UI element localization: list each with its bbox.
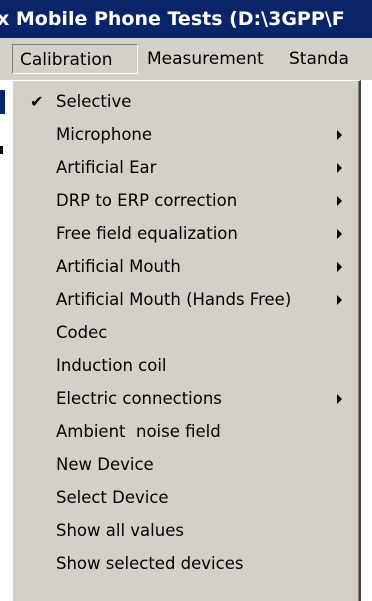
calibration-dropdown-menu: ✔ Selective Microphone Artificial Ear DR… bbox=[12, 80, 361, 601]
menu-item-electric-connections[interactable]: Electric connections bbox=[13, 386, 359, 412]
menu-calibration[interactable]: Calibration bbox=[12, 44, 138, 74]
background-selection-marker bbox=[0, 90, 5, 114]
menu-standard[interactable]: Standa bbox=[282, 44, 356, 74]
menu-item-label: Select Device bbox=[56, 488, 169, 507]
window-title: x Mobile Phone Tests (D:\3GPP\F bbox=[0, 8, 345, 30]
menu-item-free-field-equalization[interactable]: Free field equalization bbox=[13, 221, 359, 247]
menu-item-label: Artificial Mouth bbox=[56, 257, 181, 276]
menu-item-artificial-mouth-hands-free[interactable]: Artificial Mouth (Hands Free) bbox=[13, 287, 359, 313]
menu-item-selective[interactable]: ✔ Selective bbox=[13, 89, 359, 115]
menu-item-label: Selective bbox=[56, 92, 132, 111]
menu-item-label: Artificial Ear bbox=[56, 158, 157, 177]
submenu-arrow-icon bbox=[337, 229, 342, 239]
submenu-arrow-icon bbox=[337, 295, 342, 305]
menu-item-label: Induction coil bbox=[56, 356, 167, 375]
menu-bar: Calibration Measurement Standa bbox=[0, 38, 372, 80]
menu-item-microphone[interactable]: Microphone bbox=[13, 122, 359, 148]
menu-item-label: DRP to ERP correction bbox=[56, 191, 238, 210]
background-window-area bbox=[361, 80, 372, 601]
menu-item-show-selected-devices[interactable]: Show selected devices bbox=[13, 551, 359, 577]
window-title-bar[interactable]: x Mobile Phone Tests (D:\3GPP\F bbox=[0, 0, 372, 38]
background-window-edge bbox=[0, 80, 12, 601]
menu-item-label: New Device bbox=[56, 455, 154, 474]
menu-item-label: Ambient noise field bbox=[56, 422, 221, 441]
menu-item-label: Electric connections bbox=[56, 389, 222, 408]
menu-item-codec[interactable]: Codec bbox=[13, 320, 359, 346]
menu-item-label: Codec bbox=[56, 323, 108, 342]
menu-item-new-device[interactable]: New Device bbox=[13, 452, 359, 478]
menu-item-artificial-ear[interactable]: Artificial Ear bbox=[13, 155, 359, 181]
menu-item-label: Artificial Mouth (Hands Free) bbox=[56, 290, 292, 309]
checkmark-icon: ✔ bbox=[30, 92, 44, 111]
menu-item-label: Microphone bbox=[56, 125, 153, 144]
submenu-arrow-icon bbox=[337, 130, 342, 140]
menu-item-artificial-mouth[interactable]: Artificial Mouth bbox=[13, 254, 359, 280]
submenu-arrow-icon bbox=[337, 163, 342, 173]
menu-item-induction-coil[interactable]: Induction coil bbox=[13, 353, 359, 379]
submenu-arrow-icon bbox=[337, 262, 342, 272]
menu-measurement[interactable]: Measurement bbox=[140, 44, 271, 74]
submenu-arrow-icon bbox=[337, 196, 342, 206]
background-mark bbox=[0, 146, 3, 154]
menu-item-ambient-noise-field[interactable]: Ambient noise field bbox=[13, 419, 359, 445]
menu-item-label: Show all values bbox=[56, 521, 184, 540]
menu-item-select-device[interactable]: Select Device bbox=[13, 485, 359, 511]
menu-item-show-all-values[interactable]: Show all values bbox=[13, 518, 359, 544]
menu-item-label: Show selected devices bbox=[56, 554, 244, 573]
menu-item-drp-to-erp-correction[interactable]: DRP to ERP correction bbox=[13, 188, 359, 214]
submenu-arrow-icon bbox=[337, 394, 342, 404]
menu-item-label: Free field equalization bbox=[56, 224, 238, 243]
